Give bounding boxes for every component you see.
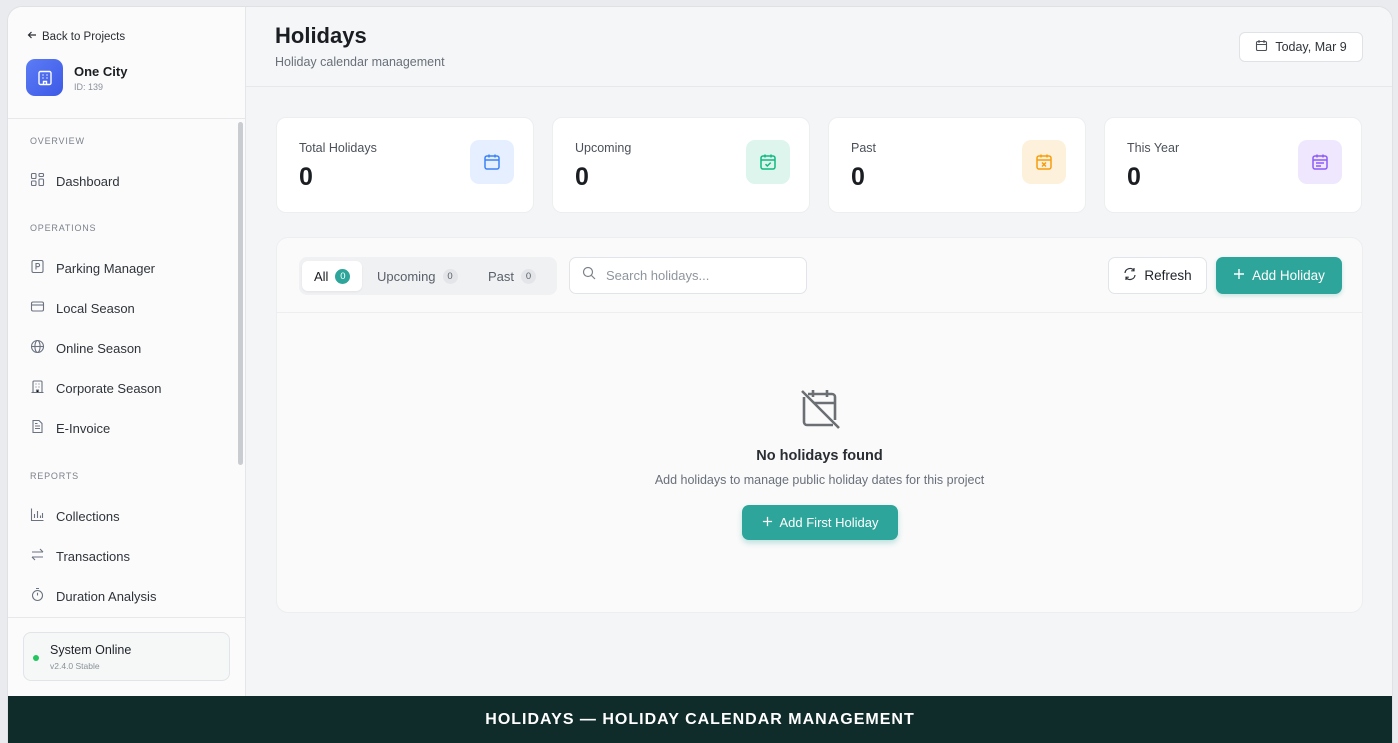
- stat-label: Upcoming: [575, 141, 632, 155]
- calendar-range-icon: [1298, 140, 1342, 184]
- plus-icon: [762, 515, 773, 530]
- card-icon: [30, 299, 45, 317]
- sidebar-item-label: Parking Manager: [56, 260, 155, 276]
- search-field: [569, 257, 807, 294]
- search-input[interactable]: [606, 268, 796, 283]
- tab-all[interactable]: All 0: [302, 261, 363, 291]
- project-id: ID: 139: [74, 81, 104, 92]
- tab-count-badge: 0: [335, 268, 351, 284]
- status-dot-icon: [33, 655, 39, 661]
- stat-card-upcoming: Upcoming 0: [552, 117, 810, 213]
- sidebar-item-corporate-season[interactable]: Corporate Season: [30, 379, 162, 397]
- empty-state-title: No holidays found: [756, 448, 883, 464]
- calendar-x-icon: [1022, 140, 1066, 184]
- sidebar-item-e-invoice[interactable]: E-Invoice: [30, 419, 110, 437]
- calendar-off-icon: [798, 386, 842, 435]
- stat-label: Past: [851, 141, 877, 155]
- refresh-button[interactable]: Refresh: [1108, 257, 1207, 294]
- caption-banner: HOLIDAYS — HOLIDAY CALENDAR MANAGEMENT: [8, 696, 1392, 743]
- refresh-label: Refresh: [1144, 268, 1192, 283]
- add-first-holiday-button[interactable]: Add First Holiday: [742, 505, 898, 540]
- document-icon: [30, 419, 45, 437]
- holidays-panel: All 0 Upcoming 0 Past 0 Refresh: [276, 237, 1363, 613]
- page-subtitle: Holiday calendar management: [275, 55, 445, 69]
- sidebar-item-collections[interactable]: Collections: [30, 507, 120, 525]
- stat-card-past: Past 0: [828, 117, 1086, 213]
- sidebar-item-label: Transactions: [56, 548, 130, 564]
- tab-label: Upcoming: [377, 268, 436, 284]
- bar-chart-icon: [30, 507, 45, 525]
- sidebar: Back to Projects One City ID: 139 OVERVI…: [8, 7, 246, 696]
- arrow-left-icon: [27, 30, 37, 43]
- status-version: v2.4.0 Stable: [50, 661, 100, 671]
- sidebar-item-duration-analysis[interactable]: Duration Analysis: [30, 587, 156, 605]
- sidebar-item-label: Local Season: [56, 300, 135, 316]
- sidebar-item-label: Corporate Season: [56, 380, 162, 396]
- banner-text: HOLIDAYS — HOLIDAY CALENDAR MANAGEMENT: [485, 710, 915, 728]
- system-status-card: System Online v2.4.0 Stable: [23, 632, 230, 681]
- back-to-projects-link[interactable]: Back to Projects: [27, 30, 125, 43]
- parking-icon: [30, 259, 45, 277]
- stat-value: 0: [1127, 163, 1141, 191]
- plus-icon: [1233, 268, 1245, 283]
- tab-upcoming[interactable]: Upcoming 0: [365, 261, 470, 291]
- sidebar-item-label: E-Invoice: [56, 420, 111, 436]
- back-label: Back to Projects: [42, 30, 126, 43]
- sidebar-item-parking-manager[interactable]: Parking Manager: [30, 259, 155, 277]
- sidebar-item-label: Duration Analysis: [56, 588, 157, 604]
- add-holiday-label: Add Holiday: [1252, 268, 1325, 283]
- globe-icon: [30, 339, 45, 357]
- stat-label: This Year: [1127, 141, 1180, 155]
- sidebar-item-label: Collections: [56, 508, 120, 524]
- section-title-reports: REPORTS: [30, 471, 79, 481]
- add-first-holiday-label: Add First Holiday: [779, 515, 879, 530]
- project-name: One City: [74, 63, 128, 79]
- stat-value: 0: [299, 163, 313, 191]
- page-header: Holidays Holiday calendar management Tod…: [246, 7, 1392, 87]
- tab-count-badge: 0: [521, 268, 537, 284]
- sidebar-item-label: Dashboard: [56, 173, 120, 189]
- building-icon: [26, 59, 63, 96]
- stat-label: Total Holidays: [299, 141, 377, 155]
- grid-icon: [30, 172, 45, 190]
- stat-card-total-holidays: Total Holidays 0: [276, 117, 534, 213]
- tab-count-badge: 0: [442, 268, 458, 284]
- sidebar-nav: OVERVIEW Dashboard OPERATIONS Parking Ma…: [8, 119, 245, 617]
- section-title-overview: OVERVIEW: [30, 136, 85, 146]
- divider: [8, 617, 245, 618]
- sidebar-scrollbar[interactable]: [238, 122, 243, 465]
- calendar-check-icon: [746, 140, 790, 184]
- sidebar-item-dashboard[interactable]: Dashboard: [30, 172, 120, 190]
- sidebar-item-online-season[interactable]: Online Season: [30, 339, 141, 357]
- stopwatch-icon: [30, 587, 45, 605]
- tab-label: Past: [488, 268, 515, 284]
- today-label: Today, Mar 9: [1275, 40, 1347, 54]
- app-window: Back to Projects One City ID: 139 OVERVI…: [8, 7, 1392, 743]
- calendar-icon: [1255, 39, 1268, 55]
- today-button[interactable]: Today, Mar 9: [1239, 32, 1363, 62]
- sidebar-item-local-season[interactable]: Local Season: [30, 299, 135, 317]
- sidebar-item-transactions[interactable]: Transactions: [30, 547, 130, 565]
- refresh-icon: [1123, 267, 1137, 284]
- empty-state-subtitle: Add holidays to manage public holiday da…: [654, 473, 985, 487]
- stat-card-this-year: This Year 0: [1104, 117, 1362, 213]
- search-icon: [582, 266, 596, 285]
- arrows-icon: [30, 547, 45, 565]
- tab-past[interactable]: Past 0: [476, 261, 548, 291]
- stat-value: 0: [575, 163, 589, 191]
- page-title: Holidays: [275, 23, 367, 48]
- building-icon: [30, 379, 45, 397]
- section-title-operations: OPERATIONS: [30, 223, 97, 233]
- status-title: System Online: [50, 643, 132, 657]
- sidebar-item-label: Online Season: [56, 340, 142, 356]
- add-holiday-button[interactable]: Add Holiday: [1216, 257, 1342, 294]
- stat-value: 0: [851, 163, 865, 191]
- filter-tabs: All 0 Upcoming 0 Past 0: [299, 257, 557, 295]
- calendar-icon: [470, 140, 514, 184]
- panel-toolbar: All 0 Upcoming 0 Past 0 Refresh: [277, 238, 1362, 313]
- tab-label: All: [314, 268, 329, 284]
- project-header: One City ID: 139: [26, 59, 127, 96]
